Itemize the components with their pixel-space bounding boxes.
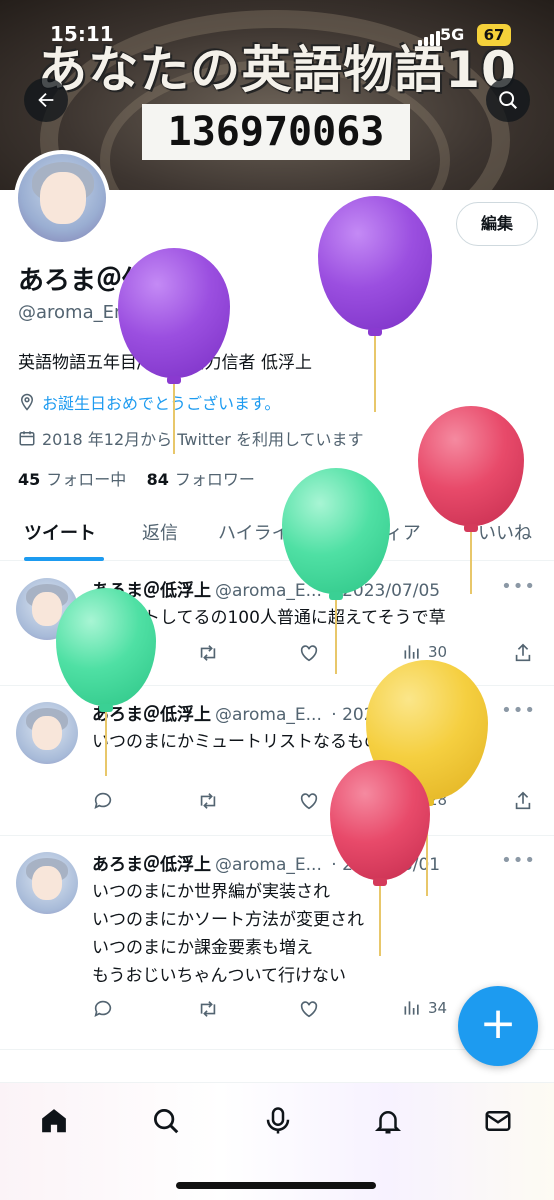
views-button[interactable]: 30 <box>402 642 447 662</box>
more-icon[interactable]: ••• <box>501 576 536 597</box>
retweet-icon <box>200 1001 216 1017</box>
more-icon[interactable]: ••• <box>501 700 536 721</box>
retweet-icon <box>200 645 216 661</box>
retweet-button[interactable] <box>196 998 220 1020</box>
tweet-author-handle: @aroma_E... <box>215 581 322 601</box>
search-button[interactable] <box>486 78 530 122</box>
follow-stats: 45 フォロー中 84 フォロワー <box>18 466 255 490</box>
retweet-button[interactable] <box>196 642 220 664</box>
tweet-actions: 28 <box>92 790 542 818</box>
views-icon <box>404 645 419 659</box>
tweet-text: ミュートしてるの100人普通に超えてそうで草 <box>92 608 446 628</box>
tweet-actions: 30 <box>92 642 542 670</box>
tweet-text: いつのまにか世界編が実装され いつのまにかソート方法が変更され いつのまにか課金… <box>92 882 364 986</box>
tab-replies[interactable]: 返信 <box>142 519 178 545</box>
signal-icon <box>418 27 442 46</box>
search-icon <box>499 91 518 110</box>
reply-button[interactable] <box>92 790 114 812</box>
reply-button[interactable] <box>92 998 114 1020</box>
nav-notifications[interactable] <box>368 1101 408 1141</box>
edit-profile-button[interactable]: 編集 <box>456 202 538 246</box>
more-icon[interactable]: ••• <box>501 850 536 871</box>
status-time: 15:11 <box>50 22 114 46</box>
tweet-author-name[interactable]: あろま＠低浮上 <box>92 855 211 875</box>
reply-icon <box>94 1000 112 1017</box>
followers-link[interactable]: 84 フォロワー <box>147 470 255 489</box>
share-icon <box>515 791 531 810</box>
retweet-icon <box>200 793 216 809</box>
heart-icon <box>300 793 318 810</box>
profile-location[interactable]: お誕生日おめでとうございます。 <box>18 390 280 414</box>
like-button[interactable] <box>298 998 320 1020</box>
network-type: 5G <box>440 25 465 44</box>
reply-icon <box>94 792 112 809</box>
share-icon <box>515 643 531 662</box>
profile-joined: 2018 年12月から Twitter を利用しています <box>18 426 363 450</box>
arrow-left-icon <box>38 92 54 108</box>
views-icon <box>404 1001 419 1015</box>
retweet-button[interactable] <box>196 790 220 812</box>
tweet-avatar[interactable] <box>16 852 78 914</box>
nav-home[interactable] <box>34 1101 74 1141</box>
search-icon <box>154 1109 179 1134</box>
like-button[interactable] <box>298 790 320 812</box>
tab-tweets[interactable]: ツイート <box>24 519 96 545</box>
share-button[interactable] <box>512 790 534 812</box>
tweet-avatar[interactable] <box>16 702 78 764</box>
share-button[interactable] <box>512 642 534 664</box>
messages-icon <box>485 1111 511 1131</box>
status-bar: 15:11 5G 67 <box>0 0 554 70</box>
home-indicator <box>176 1182 376 1189</box>
following-link[interactable]: 45 フォロー中 <box>18 470 126 489</box>
notifications-icon <box>374 1111 402 1134</box>
home-icon <box>42 1109 66 1133</box>
location-text[interactable]: お誕生日おめでとうございます。 <box>42 390 280 414</box>
active-tab-indicator <box>24 557 104 561</box>
banner-number: 136970063 <box>142 104 410 160</box>
tweet-header: あろま＠低浮上@aroma_E... · 2023/07/05 <box>92 576 440 601</box>
like-button[interactable] <box>298 642 320 664</box>
spaces-icon <box>266 1107 290 1134</box>
views-button[interactable]: 34 <box>402 998 447 1018</box>
compose-tweet-button[interactable]: + <box>458 986 538 1066</box>
calendar-icon <box>19 431 35 446</box>
heart-icon <box>300 1001 318 1018</box>
heart-icon <box>300 645 318 662</box>
back-button[interactable] <box>24 78 68 122</box>
location-pin-icon <box>20 393 34 411</box>
profile-avatar[interactable] <box>14 150 110 246</box>
nav-spaces[interactable] <box>258 1101 298 1141</box>
battery-icon: 67 <box>477 24 511 46</box>
nav-search[interactable] <box>146 1101 186 1141</box>
nav-messages[interactable] <box>478 1101 518 1141</box>
joined-text: 2018 年12月から Twitter を利用しています <box>42 430 364 449</box>
tweet-author-handle: @aroma_E... <box>215 705 322 725</box>
tweet-author-handle: @aroma_E... <box>215 855 322 875</box>
